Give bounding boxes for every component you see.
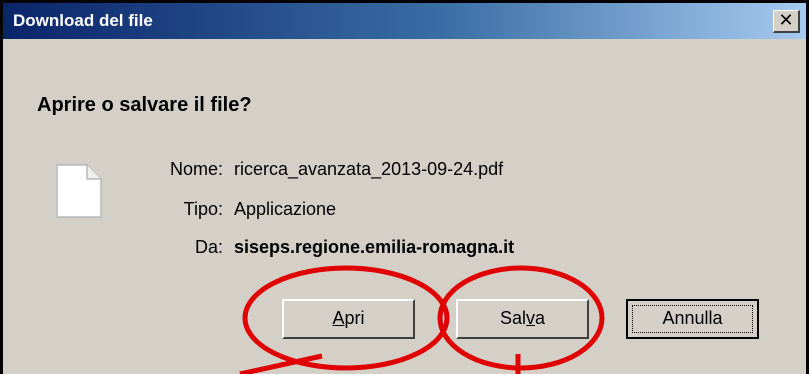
annotation-ellipse-save	[437, 265, 605, 371]
annotation-overlay	[239, 265, 605, 374]
annotation-ellipse-open	[242, 265, 450, 371]
